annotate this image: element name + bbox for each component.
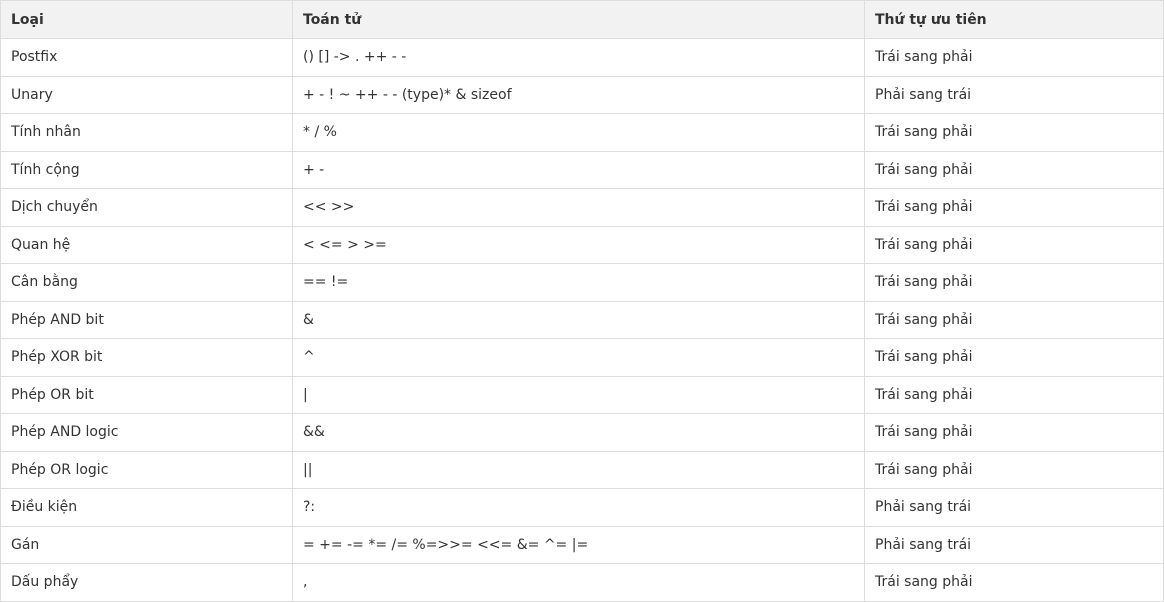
associativity-cell: Trái sang phải — [864, 563, 1164, 602]
table-header: Loại Toán tử Thứ tự ưu tiên — [0, 0, 1164, 39]
type-cell: Phép AND bit — [0, 300, 293, 339]
table-row: Postfix () [] -> . ++ - - Trái sang phải — [0, 38, 1164, 77]
operator-cell: | — [292, 375, 865, 414]
table-row: Quan hệ < <= > >= Trái sang phải — [0, 225, 1164, 264]
operator-cell: << >> — [292, 188, 865, 227]
associativity-cell: Phải sang trái — [864, 525, 1164, 564]
operator-cell: || — [292, 450, 865, 489]
table-body: Postfix () [] -> . ++ - - Trái sang phải… — [0, 38, 1164, 602]
operator-cell: == != — [292, 263, 865, 302]
table-row: Phép AND bit & Trái sang phải — [0, 300, 1164, 339]
table-row: Dịch chuyển << >> Trái sang phải — [0, 188, 1164, 227]
associativity-cell: Trái sang phải — [864, 413, 1164, 452]
operator-cell: = += -= *= /= %=>>= <<= &= ^= |= — [292, 525, 865, 564]
operator-precedence-table: Loại Toán tử Thứ tự ưu tiên Postfix () [… — [0, 0, 1164, 602]
type-cell: Phép XOR bit — [0, 338, 293, 377]
header-precedence-order: Thứ tự ưu tiên — [864, 0, 1164, 39]
header-type: Loại — [0, 0, 293, 39]
type-cell: Phép OR bit — [0, 375, 293, 414]
header-operator: Toán tử — [292, 0, 865, 39]
type-cell: Điều kiện — [0, 488, 293, 527]
type-cell: Tính nhân — [0, 113, 293, 152]
table-row: Tính nhân * / % Trái sang phải — [0, 113, 1164, 152]
associativity-cell: Trái sang phải — [864, 150, 1164, 189]
associativity-cell: Trái sang phải — [864, 263, 1164, 302]
associativity-cell: Phải sang trái — [864, 488, 1164, 527]
type-cell: Phép OR logic — [0, 450, 293, 489]
associativity-cell: Trái sang phải — [864, 338, 1164, 377]
table-row: Phép OR bit | Trái sang phải — [0, 375, 1164, 414]
associativity-cell: Phải sang trái — [864, 75, 1164, 114]
type-cell: Phép AND logic — [0, 413, 293, 452]
operator-cell: & — [292, 300, 865, 339]
operator-cell: ?: — [292, 488, 865, 527]
table-row: Phép AND logic && Trái sang phải — [0, 413, 1164, 452]
table-row: Dấu phẩy , Trái sang phải — [0, 563, 1164, 602]
table-row: Phép OR logic || Trái sang phải — [0, 450, 1164, 489]
type-cell: Dịch chuyển — [0, 188, 293, 227]
associativity-cell: Trái sang phải — [864, 188, 1164, 227]
type-cell: Cân bằng — [0, 263, 293, 302]
associativity-cell: Trái sang phải — [864, 38, 1164, 77]
associativity-cell: Trái sang phải — [864, 375, 1164, 414]
type-cell: Quan hệ — [0, 225, 293, 264]
table-row: Phép XOR bit ^ Trái sang phải — [0, 338, 1164, 377]
associativity-cell: Trái sang phải — [864, 225, 1164, 264]
type-cell: Tính cộng — [0, 150, 293, 189]
type-cell: Postfix — [0, 38, 293, 77]
operator-cell: && — [292, 413, 865, 452]
header-row: Loại Toán tử Thứ tự ưu tiên — [0, 0, 1164, 39]
table-row: Gán = += -= *= /= %=>>= <<= &= ^= |= Phả… — [0, 525, 1164, 564]
associativity-cell: Trái sang phải — [864, 113, 1164, 152]
operator-cell: + - — [292, 150, 865, 189]
type-cell: Dấu phẩy — [0, 563, 293, 602]
table-row: Cân bằng == != Trái sang phải — [0, 263, 1164, 302]
operator-cell: , — [292, 563, 865, 602]
associativity-cell: Trái sang phải — [864, 450, 1164, 489]
table-row: Tính cộng + - Trái sang phải — [0, 150, 1164, 189]
table-row: Điều kiện ?: Phải sang trái — [0, 488, 1164, 527]
operator-cell: < <= > >= — [292, 225, 865, 264]
operator-cell: + - ! ~ ++ - - (type)* & sizeof — [292, 75, 865, 114]
table-row: Unary + - ! ~ ++ - - (type)* & sizeof Ph… — [0, 75, 1164, 114]
operator-cell: * / % — [292, 113, 865, 152]
type-cell: Gán — [0, 525, 293, 564]
operator-cell: ^ — [292, 338, 865, 377]
associativity-cell: Trái sang phải — [864, 300, 1164, 339]
operator-cell: () [] -> . ++ - - — [292, 38, 865, 77]
type-cell: Unary — [0, 75, 293, 114]
